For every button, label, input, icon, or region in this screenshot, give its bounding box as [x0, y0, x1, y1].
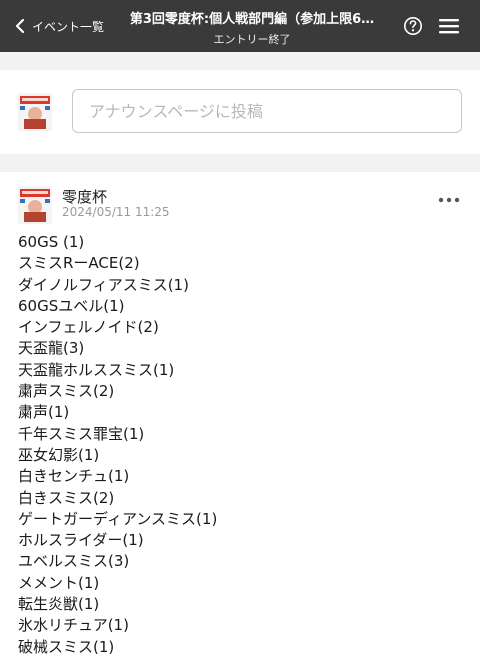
list-item: 60GS (1): [18, 233, 85, 251]
list-item: 氷水リチュア(1): [18, 616, 129, 635]
announcement-input[interactable]: [72, 89, 462, 133]
chevron-left-icon: [15, 18, 25, 34]
list-item: 天盃龍(3): [18, 339, 85, 358]
back-button[interactable]: イベント一覧: [14, 15, 104, 37]
page-header: 第3回零度杯:個人戦部門編（参加上限6… エントリー終了: [110, 8, 394, 47]
list-item: 千年スミス罪宝(1): [18, 424, 145, 443]
author-avatar[interactable]: [18, 186, 52, 224]
post-timestamp: 2024/05/11 11:25: [62, 205, 170, 219]
list-item: 粛声スミス(2): [18, 382, 115, 401]
back-label: イベント一覧: [32, 19, 105, 34]
list-item: 白きセンチュ(1): [18, 467, 130, 486]
page-subtitle: エントリー終了: [213, 33, 291, 46]
list-item: インフェルノイド(2): [18, 318, 159, 337]
top-bar: イベント一覧 第3回零度杯:個人戦部門編（参加上限6… エントリー終了: [0, 0, 480, 52]
list-item: ゲートガーディアンスミス(1): [18, 509, 218, 528]
list-item: ダイノルフィアスミス(1): [18, 275, 189, 294]
entry-list: 60GS (1) スミスRーACE(2) ダイノルフィアスミス(1) 60GSユ…: [18, 232, 217, 658]
list-item: メメント(1): [18, 573, 100, 592]
help-circle-icon[interactable]: [403, 16, 423, 36]
list-item: ユベルスミス(3): [18, 552, 130, 571]
list-item: スミスRーACE(2): [18, 254, 140, 273]
list-item: 白きスミス(2): [18, 488, 115, 507]
page-title: 第3回零度杯:個人戦部門編（参加上限6…: [129, 12, 375, 27]
list-item: ホルスライダー(1): [18, 531, 144, 550]
list-item: 破械スミス(1): [18, 637, 115, 656]
hamburger-menu-icon[interactable]: [438, 17, 460, 35]
announcement-post: 零度杯 2024/05/11 11:25 60GS (1) スミスRーACE(2…: [0, 172, 480, 672]
list-item: 粛声(1): [18, 403, 70, 422]
author-name[interactable]: 零度杯: [62, 186, 107, 207]
list-item: 天盃龍ホルススミス(1): [18, 360, 175, 379]
more-horizontal-icon[interactable]: [438, 196, 460, 204]
list-item: 転生炎獣(1): [18, 595, 100, 614]
announcement-composer: [0, 70, 480, 154]
list-item: 60GSユベル(1): [18, 296, 125, 315]
user-avatar: [18, 93, 52, 131]
list-item: 巫女幻影(1): [18, 445, 100, 464]
